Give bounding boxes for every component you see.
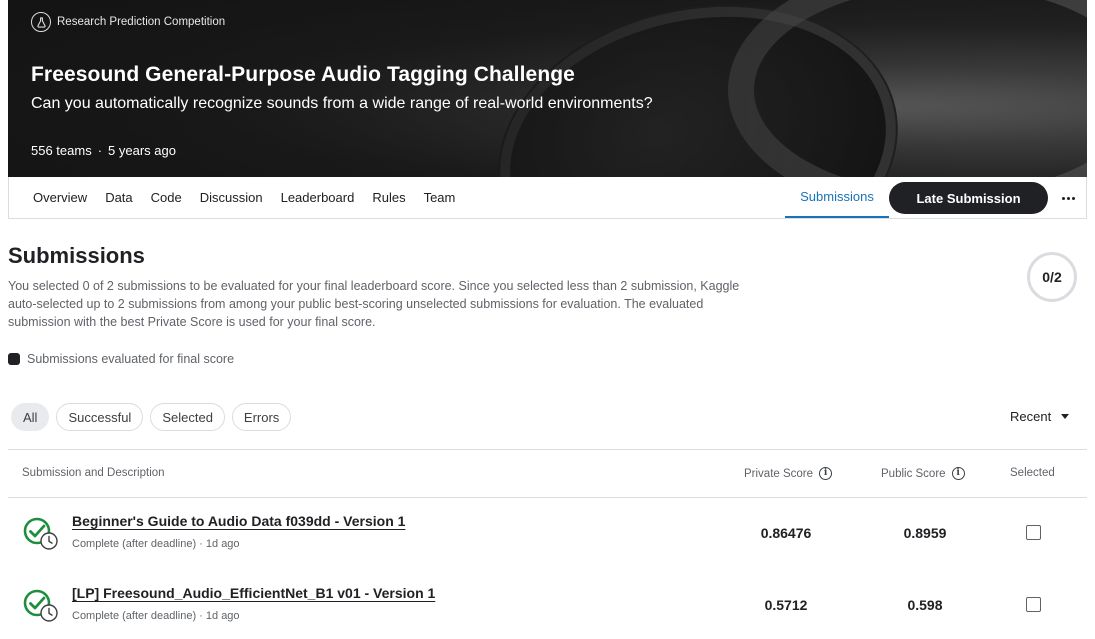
- submission-title[interactable]: Beginner's Guide to Audio Data f039dd - …: [72, 513, 405, 529]
- tab-code[interactable]: Code: [151, 190, 182, 205]
- competition-type-label: Research Prediction Competition: [57, 16, 226, 28]
- meta-separator: ·: [97, 143, 103, 158]
- team-count: 556 teams: [31, 143, 92, 158]
- filter-all[interactable]: All: [11, 403, 50, 431]
- competition-meta: 556 teams · 5 years ago: [31, 143, 176, 158]
- tab-team[interactable]: Team: [424, 190, 456, 205]
- legend-label: Submissions evaluated for final score: [27, 352, 235, 366]
- sort-label: Recent: [1010, 409, 1052, 424]
- private-score: 0.5712: [764, 597, 808, 613]
- table-row: Beginner's Guide to Audio Data f039dd - …: [8, 507, 1087, 579]
- tab-discussion[interactable]: Discussion: [200, 190, 263, 205]
- selection-counter: 0/2: [1027, 252, 1077, 302]
- final-score-legend: Submissions evaluated for final score: [8, 352, 234, 366]
- select-checkbox[interactable]: [1026, 597, 1041, 612]
- table-row: [LP] Freesound_Audio_EfficientNet_B1 v01…: [8, 579, 1087, 639]
- competition-age: 5 years ago: [108, 143, 176, 158]
- info-icon[interactable]: i: [951, 467, 965, 480]
- more-horizontal-icon[interactable]: [1055, 182, 1081, 214]
- filter-errors[interactable]: Errors: [231, 403, 292, 431]
- nav-tabs: Overview Data Code Discussion Leaderboar…: [33, 177, 455, 218]
- submission-meta: Complete (after deadline) · 1d ago: [72, 538, 240, 550]
- competition-type: Research Prediction Competition: [31, 12, 225, 32]
- submission-meta: Complete (after deadline) · 1d ago: [72, 610, 240, 622]
- page-title: Submissions: [8, 243, 145, 268]
- info-icon[interactable]: i: [819, 467, 833, 480]
- sort-dropdown[interactable]: Recent: [1010, 409, 1070, 424]
- header-submission: Submission and Description: [22, 467, 165, 479]
- tab-submissions[interactable]: Submissions: [785, 177, 889, 218]
- legend-swatch: [8, 353, 20, 365]
- public-score: 0.598: [907, 597, 943, 613]
- complete-check-icon: [23, 589, 58, 622]
- competition-banner: Research Prediction Competition Freesoun…: [8, 0, 1087, 177]
- competition-nav: Overview Data Code Discussion Leaderboar…: [8, 177, 1087, 219]
- header-private-score: Private Score i: [744, 467, 833, 480]
- filter-successful[interactable]: Successful: [56, 403, 144, 431]
- late-submission-button[interactable]: Late Submission: [889, 182, 1048, 214]
- filter-selected[interactable]: Selected: [150, 403, 225, 431]
- flask-icon: [31, 12, 51, 32]
- submissions-description: You selected 0 of 2 submissions to be ev…: [8, 279, 740, 329]
- caret-down-icon: [1061, 414, 1070, 419]
- tab-rules[interactable]: Rules: [372, 190, 405, 205]
- header-public-score: Public Score i: [881, 467, 965, 480]
- select-checkbox[interactable]: [1026, 525, 1041, 540]
- header-selected: Selected: [1010, 467, 1055, 479]
- submission-title[interactable]: [LP] Freesound_Audio_EfficientNet_B1 v01…: [72, 585, 435, 601]
- table-header: Submission and Description Private Score…: [8, 449, 1087, 498]
- tab-overview[interactable]: Overview: [33, 190, 87, 205]
- filter-chips: All Successful Selected Errors: [11, 403, 292, 431]
- competition-subtitle: Can you automatically recognize sounds f…: [31, 95, 653, 112]
- competition-title: Freesound General-Purpose Audio Tagging …: [31, 63, 575, 86]
- complete-check-icon: [23, 517, 58, 550]
- public-score: 0.8959: [903, 525, 947, 541]
- tab-leaderboard[interactable]: Leaderboard: [281, 190, 355, 205]
- tab-data[interactable]: Data: [105, 190, 132, 205]
- private-score: 0.86476: [760, 525, 812, 541]
